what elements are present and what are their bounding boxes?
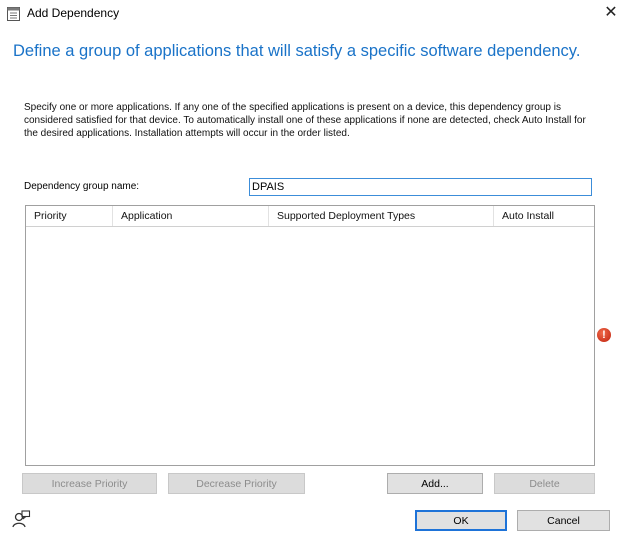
decrease-priority-button[interactable]: Decrease Priority bbox=[168, 473, 305, 494]
error-icon[interactable]: ! bbox=[597, 328, 611, 342]
add-button[interactable]: Add... bbox=[387, 473, 483, 494]
window-title: Add Dependency bbox=[27, 6, 120, 20]
column-priority[interactable]: Priority bbox=[26, 206, 113, 226]
dependency-group-name-label: Dependency group name: bbox=[24, 181, 140, 192]
person-feedback-icon[interactable] bbox=[11, 509, 31, 529]
cancel-button[interactable]: Cancel bbox=[517, 510, 610, 531]
ok-button[interactable]: OK bbox=[415, 510, 507, 531]
page-heading: Define a group of applications that will… bbox=[13, 42, 581, 60]
close-icon[interactable]: ✕ bbox=[601, 3, 621, 23]
dialog-window-icon bbox=[7, 7, 20, 21]
description-text: Specify one or more applications. If any… bbox=[24, 102, 586, 139]
delete-button[interactable]: Delete bbox=[494, 473, 595, 494]
list-header: Priority Application Supported Deploymen… bbox=[26, 206, 594, 227]
column-auto-install[interactable]: Auto Install bbox=[494, 206, 594, 226]
increase-priority-button[interactable]: Increase Priority bbox=[22, 473, 157, 494]
column-supported-deployment-types[interactable]: Supported Deployment Types bbox=[269, 206, 494, 226]
column-application[interactable]: Application bbox=[113, 206, 269, 226]
applications-list[interactable]: Priority Application Supported Deploymen… bbox=[25, 205, 595, 466]
dependency-group-name-input[interactable] bbox=[249, 178, 592, 196]
